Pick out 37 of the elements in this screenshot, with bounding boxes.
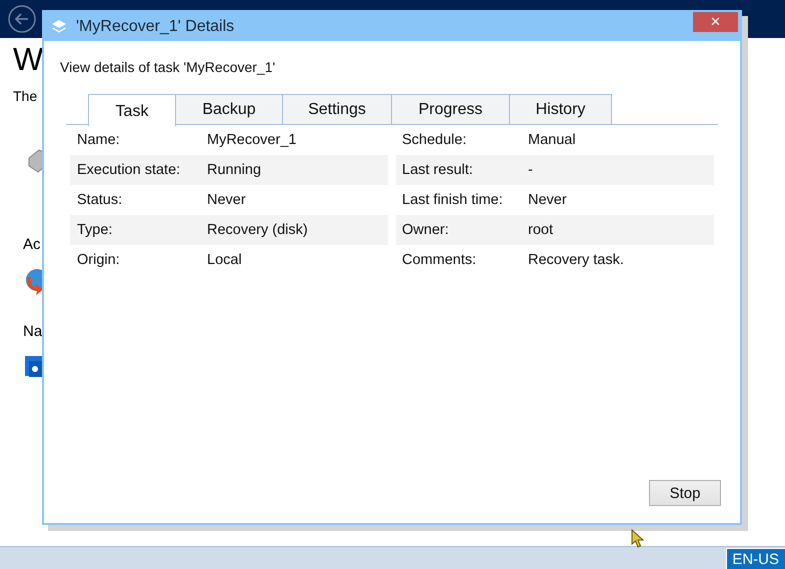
field-label: Type: (76, 222, 114, 238)
cursor-icon (631, 529, 645, 549)
field-label: Name: (76, 132, 121, 148)
field-value: Local (207, 252, 242, 268)
field-value: Recovery (disk) (207, 222, 308, 238)
close-button[interactable]: × (693, 12, 738, 32)
field-value: - (528, 162, 533, 178)
tab[interactable]: Task (88, 94, 176, 126)
tab[interactable]: Backup (175, 94, 283, 124)
tab[interactable]: Progress (391, 94, 510, 124)
dialog-description: View details of task 'MyRecover_1' (60, 59, 276, 75)
field-label: Execution state: (76, 162, 182, 178)
field-label: Status: (76, 192, 124, 208)
window-title: 'MyRecover_1' Details (76, 18, 236, 36)
field-label: Owner: (401, 222, 450, 238)
field-value: Never (528, 192, 567, 208)
layers-icon (51, 18, 67, 34)
field-value: Never (207, 192, 246, 208)
intro-text: The (13, 88, 38, 104)
tab[interactable]: History (509, 94, 612, 124)
tab[interactable]: Settings (282, 94, 392, 124)
language-indicator[interactable]: EN-US (726, 548, 785, 569)
field-value: root (528, 222, 553, 238)
section-label: Ac (23, 236, 41, 253)
field-value: Recovery task. (528, 252, 624, 268)
back-icon[interactable] (8, 5, 36, 33)
field-label: Last result: (401, 162, 474, 178)
field-value: Running (207, 162, 262, 178)
stop-button[interactable]: Stop (649, 480, 721, 506)
page-heading: W (13, 40, 44, 78)
field-value: Manual (528, 132, 576, 148)
field-label: Comments: (401, 252, 478, 268)
section-label: Na (23, 323, 42, 340)
field-value: MyRecover_1 (207, 132, 296, 148)
field-label: Schedule: (401, 132, 468, 148)
field-label: Origin: (76, 252, 121, 268)
field-label: Last finish time: (401, 192, 504, 208)
